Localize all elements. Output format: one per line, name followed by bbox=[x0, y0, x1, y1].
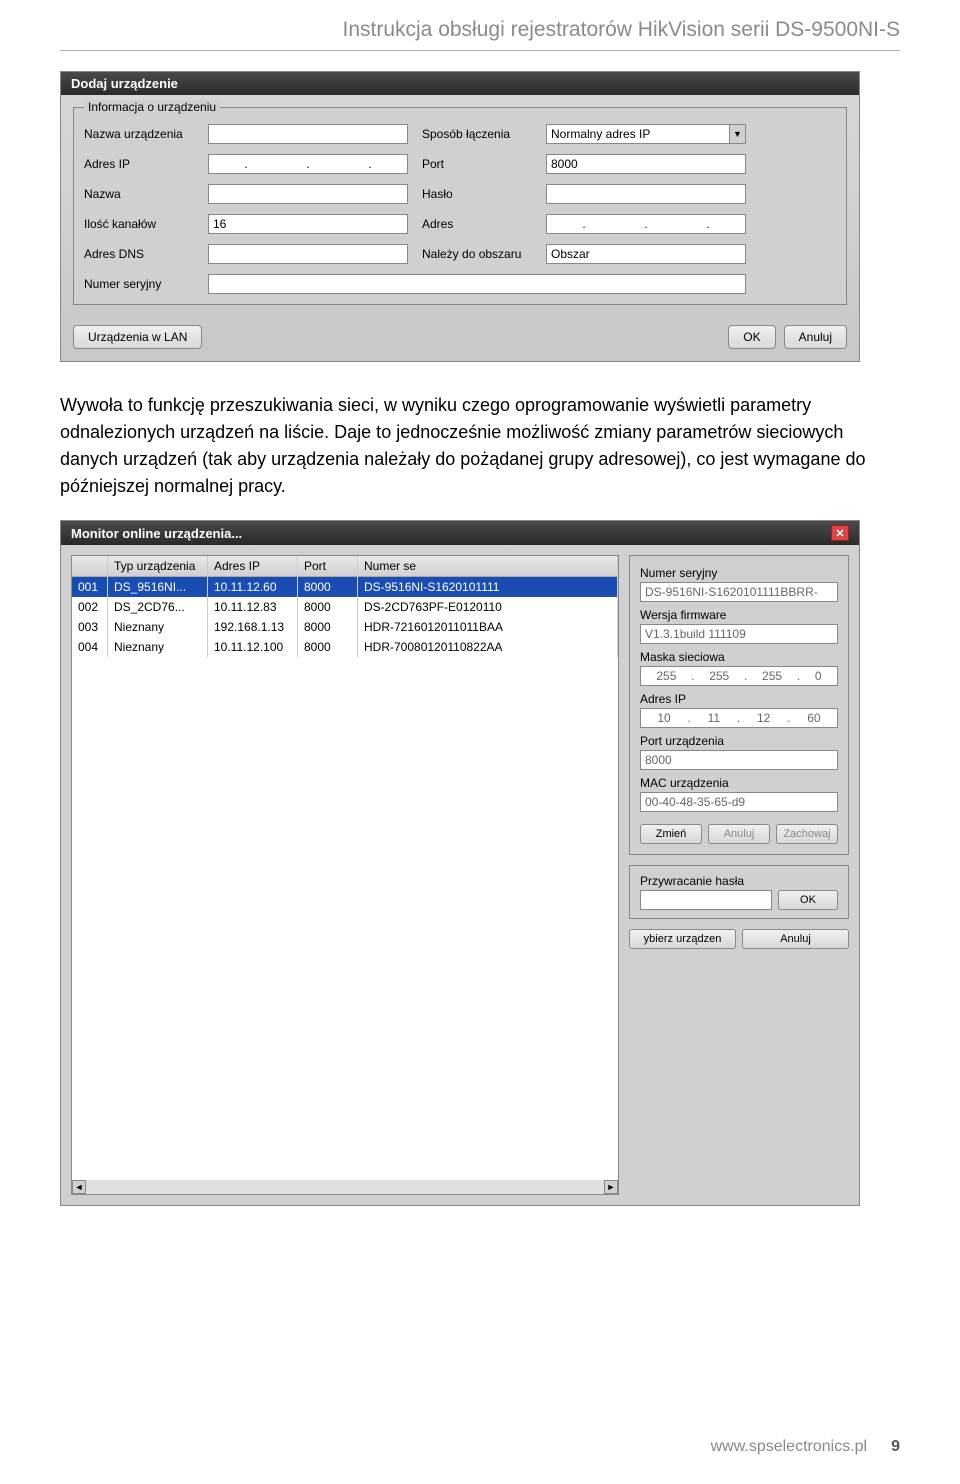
th-type[interactable]: Typ urządzenia bbox=[108, 556, 208, 576]
table-header: Typ urządzenia Adres IP Port Numer se bbox=[72, 556, 618, 577]
label-ip: Adres IP bbox=[84, 157, 194, 171]
input-password[interactable] bbox=[546, 184, 746, 204]
device-details-panel: Numer seryjny DS-9516NI-S1620101111BBRR-… bbox=[629, 555, 849, 1195]
device-details-group: Numer seryjny DS-9516NI-S1620101111BBRR-… bbox=[629, 555, 849, 855]
input-port[interactable]: 8000 bbox=[546, 154, 746, 174]
value-ip2[interactable]: 10. 11. 12. 60 bbox=[640, 708, 838, 728]
page-footer: www.spselectronics.pl 9 bbox=[60, 1438, 900, 1456]
label-port: Port bbox=[422, 157, 532, 171]
th-ip[interactable]: Adres IP bbox=[208, 556, 298, 576]
input-area[interactable]: Obszar bbox=[546, 244, 746, 264]
label-conn-method: Sposób łączenia bbox=[422, 127, 532, 141]
scroll-right-icon[interactable]: ► bbox=[604, 1180, 618, 1194]
save-button[interactable]: Zachowaj bbox=[776, 824, 838, 844]
input-ip[interactable]: ... bbox=[208, 154, 408, 174]
close-icon[interactable]: ✕ bbox=[831, 525, 849, 541]
label-reset: Przywracanie hasła bbox=[640, 874, 838, 888]
table-row[interactable]: 003Nieznany192.168.1.138000HDR-721601201… bbox=[72, 617, 618, 637]
dialog-titlebar: Dodaj urządzenie bbox=[61, 72, 859, 95]
reset-ok-button[interactable]: OK bbox=[778, 890, 838, 910]
table-row[interactable]: 004Nieznany10.11.12.1008000HDR-700801201… bbox=[72, 637, 618, 657]
th-idx[interactable] bbox=[72, 556, 108, 576]
label-mac: MAC urządzenia bbox=[640, 776, 838, 790]
label-dns: Adres DNS bbox=[84, 247, 194, 261]
table-row[interactable]: 001DS_9516NI...10.11.12.608000DS-9516NI-… bbox=[72, 577, 618, 597]
label-serial: Numer seryjny bbox=[84, 277, 194, 291]
monitor-dialog: Monitor online urządzenia... ✕ Typ urząd… bbox=[60, 520, 860, 1206]
device-table: Typ urządzenia Adres IP Port Numer se 00… bbox=[71, 555, 619, 1195]
add-device-dialog: Dodaj urządzenie Informacja o urządzeniu… bbox=[60, 71, 860, 362]
label-password: Hasło bbox=[422, 187, 532, 201]
horizontal-scrollbar[interactable]: ◄ ► bbox=[72, 1180, 618, 1194]
page-content: Dodaj urządzenie Informacja o urządzeniu… bbox=[0, 51, 960, 1206]
footer-url: www.spselectronics.pl bbox=[711, 1438, 868, 1456]
device-info-group: Informacja o urządzeniu Nazwa urządzenia… bbox=[73, 107, 847, 305]
th-port[interactable]: Port bbox=[298, 556, 358, 576]
value-port2[interactable]: 8000 bbox=[640, 750, 838, 770]
th-serial[interactable]: Numer se bbox=[358, 556, 618, 576]
select-device-button[interactable]: ybierz urządzen bbox=[629, 929, 736, 949]
cancel-button[interactable]: Anuluj bbox=[784, 325, 847, 349]
input-address[interactable]: ... bbox=[546, 214, 746, 234]
label-firmware: Wersja firmware bbox=[640, 608, 838, 622]
reset-row: OK bbox=[640, 890, 838, 910]
chevron-down-icon: ▼ bbox=[729, 125, 745, 143]
input-serial[interactable] bbox=[208, 274, 746, 294]
monitor-title: Monitor online urządzenia... bbox=[71, 526, 242, 541]
select-conn-method[interactable]: Normalny adres IP ▼ bbox=[546, 124, 746, 144]
group-label: Informacja o urządzeniu bbox=[84, 100, 220, 114]
bottom-buttons: ybierz urządzen Anuluj bbox=[629, 929, 849, 949]
value-firmware[interactable]: V1.3.1build 111109 bbox=[640, 624, 838, 644]
form-grid: Nazwa urządzenia Sposób łączenia Normaln… bbox=[84, 118, 836, 294]
reset-input[interactable] bbox=[640, 890, 772, 910]
header-title: Instrukcja obsługi rejestratorów HikVisi… bbox=[343, 18, 901, 41]
label-mask: Maska sieciowa bbox=[640, 650, 838, 664]
table-rows: 001DS_9516NI...10.11.12.608000DS-9516NI-… bbox=[72, 577, 618, 657]
monitor-titlebar: Monitor online urządzenia... ✕ bbox=[61, 521, 859, 545]
input-name[interactable] bbox=[208, 184, 408, 204]
value-mask[interactable]: 255. 255. 255. 0 bbox=[640, 666, 838, 686]
label-ip2: Adres IP bbox=[640, 692, 838, 706]
cancel-button-3[interactable]: Anuluj bbox=[742, 929, 849, 949]
label-port2: Port urządzenia bbox=[640, 734, 838, 748]
label-area: Należy do obszaru bbox=[422, 247, 532, 261]
cancel-button-2[interactable]: Anuluj bbox=[708, 824, 770, 844]
label-name: Nazwa bbox=[84, 187, 194, 201]
dialog-buttons: Urządzenia w LAN OK Anuluj bbox=[61, 317, 859, 361]
page-header: Instrukcja obsługi rejestratorów HikVisi… bbox=[60, 0, 900, 51]
label-serial2: Numer seryjny bbox=[640, 566, 838, 580]
ok-button[interactable]: OK bbox=[728, 325, 775, 349]
page-number: 9 bbox=[891, 1438, 900, 1456]
input-device-name[interactable] bbox=[208, 124, 408, 144]
scroll-left-icon[interactable]: ◄ bbox=[72, 1180, 86, 1194]
change-button[interactable]: Zmień bbox=[640, 824, 702, 844]
conn-method-value: Normalny adres IP bbox=[551, 127, 650, 141]
label-address: Adres bbox=[422, 217, 532, 231]
lan-devices-button[interactable]: Urządzenia w LAN bbox=[73, 325, 202, 349]
input-channels[interactable]: 16 bbox=[208, 214, 408, 234]
serial-row: Numer seryjny bbox=[84, 274, 746, 294]
value-serial2[interactable]: DS-9516NI-S1620101111BBRR- bbox=[640, 582, 838, 602]
label-device-name: Nazwa urządzenia bbox=[84, 127, 194, 141]
input-dns[interactable] bbox=[208, 244, 408, 264]
table-row[interactable]: 002DS_2CD76...10.11.12.838000DS-2CD763PF… bbox=[72, 597, 618, 617]
description-paragraph: Wywoła to funkcję przeszukiwania sieci, … bbox=[60, 392, 900, 500]
password-reset-group: Przywracanie hasła OK bbox=[629, 865, 849, 919]
value-mac[interactable]: 00-40-48-35-65-d9 bbox=[640, 792, 838, 812]
label-channels: Ilość kanałów bbox=[84, 217, 194, 231]
side-buttons: Zmień Anuluj Zachowaj bbox=[640, 824, 838, 844]
dialog-title: Dodaj urządzenie bbox=[71, 76, 178, 91]
monitor-body: Typ urządzenia Adres IP Port Numer se 00… bbox=[61, 545, 859, 1205]
